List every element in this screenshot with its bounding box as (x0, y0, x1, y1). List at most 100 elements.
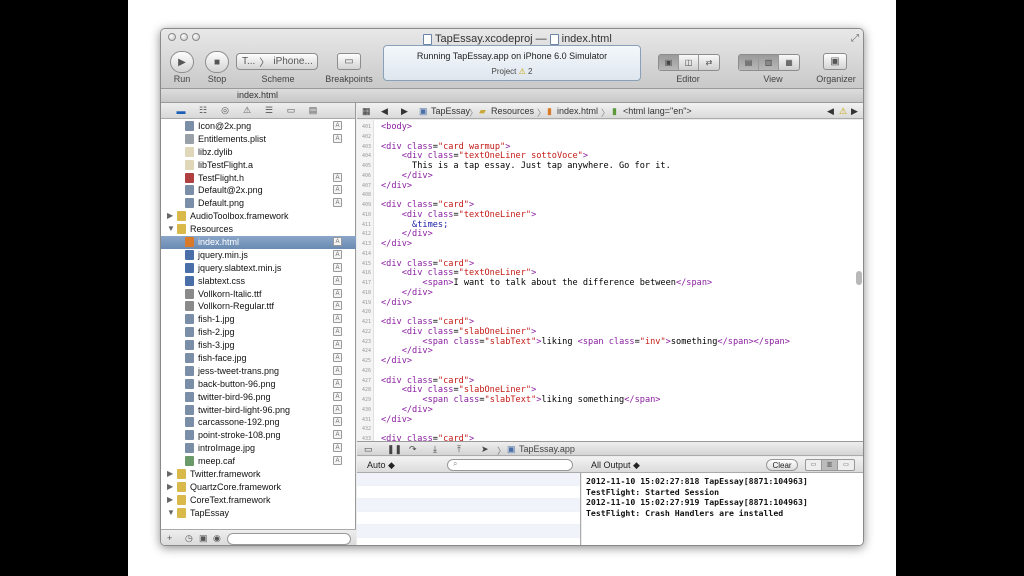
disclosure-expanded-icon[interactable]: ▼ (167, 224, 175, 233)
related-items-icon[interactable]: ▦ (362, 106, 371, 117)
variables-search-field[interactable]: ⌕ (447, 459, 573, 471)
step-over-icon[interactable]: ↷ (409, 444, 417, 455)
back-arrow-icon[interactable]: ◀ (381, 106, 388, 117)
jump-project[interactable]: TapEssay (431, 106, 470, 116)
file-tree-item[interactable]: ▶ Twitter.framework (161, 468, 356, 481)
file-tree-item[interactable]: libz.dylib (161, 146, 356, 159)
breakpoints-button[interactable]: ▭ (337, 53, 361, 70)
version-editor-icon[interactable]: ⇄ (699, 55, 719, 70)
split-view-icon[interactable]: ▥ (822, 460, 838, 470)
console-only-icon[interactable]: ▭ (838, 460, 854, 470)
variables-view[interactable] (357, 473, 581, 545)
view-segmented-control[interactable]: ▤ ▥ ▦ (738, 54, 800, 71)
debug-target[interactable]: TapEssay.app (519, 444, 575, 454)
symbol-navigator-icon[interactable]: ☷ (197, 105, 209, 116)
forward-arrow-icon[interactable]: ▶ (401, 106, 408, 117)
file-tree-item[interactable]: fish-face.jpg A (161, 352, 356, 365)
output-filter-popup[interactable]: All Output ◆ (591, 460, 640, 471)
standard-editor-icon[interactable]: ▣ (659, 55, 679, 70)
file-tree-item[interactable]: fish-1.jpg A (161, 313, 356, 326)
run-button[interactable]: ▶ (170, 51, 194, 73)
file-tree-item[interactable]: twitter-bird-96.png A (161, 391, 356, 404)
file-tree-item[interactable]: Default.png A (161, 197, 356, 210)
jump-file[interactable]: index.html (557, 106, 598, 116)
recent-files-icon[interactable]: ◷ (185, 533, 193, 544)
file-tree-item[interactable]: jquery.slabtext.min.js A (161, 262, 356, 275)
hide-debug-area-icon[interactable]: ▭ (364, 444, 373, 455)
file-tree-item[interactable]: point-stroke-108.png A (161, 429, 356, 442)
file-tree-item[interactable]: Vollkorn-Italic.ttf A (161, 288, 356, 301)
source-editor[interactable]: 401 402 403 404 405 406 407 408 409 410 411 412 413 4… (357, 120, 863, 441)
console-output[interactable]: 2012-11-10 15:02:27:818 TapEssay[8871:10… (582, 473, 863, 545)
file-tree-item[interactable]: carcassone-192.png A (161, 416, 356, 429)
disclosure-collapsed-icon[interactable]: ▶ (167, 469, 173, 478)
disclosure-collapsed-icon[interactable]: ▶ (167, 211, 173, 220)
editor-scrollbar-thumb[interactable] (856, 271, 862, 285)
file-tree-item[interactable]: twitter-bird-light-96.png A (161, 404, 356, 417)
file-tree-item[interactable]: introImage.jpg A (161, 442, 356, 455)
organizer-button[interactable]: ▣ (823, 53, 847, 70)
file-tree-item[interactable]: ▶ CoreText.framework (161, 494, 356, 507)
step-into-icon[interactable]: ⤓ (433, 444, 437, 455)
step-out-icon[interactable]: ⤒ (457, 444, 461, 455)
file-tree-item[interactable]: ▼ TapEssay (161, 507, 356, 518)
navigator-filter-field[interactable] (227, 533, 351, 545)
stop-button[interactable]: ■ (205, 51, 229, 73)
utilities-toggle-icon[interactable]: ▦ (779, 55, 799, 70)
issue-warning-icon[interactable]: ⚠ (839, 106, 847, 117)
scm-status-badge: A (333, 340, 342, 350)
file-tree-item[interactable]: Vollkorn-Regular.ttf A (161, 300, 356, 313)
next-issue-icon[interactable]: ▶ (851, 106, 858, 117)
file-tree-item[interactable]: back-button-96.png A (161, 378, 356, 391)
jump-symbol[interactable]: <html lang="en"> (623, 106, 692, 116)
debug-navigator-icon[interactable]: ☰ (263, 105, 275, 116)
file-tree-item[interactable]: jquery.min.js A (161, 249, 356, 262)
file-tree-item[interactable]: Icon@2x.png A (161, 120, 356, 133)
clear-console-button[interactable]: Clear (766, 459, 798, 471)
debug-area-toggle-icon[interactable]: ▥ (759, 55, 779, 70)
add-icon[interactable]: + (167, 533, 172, 543)
pause-icon[interactable]: ❚❚ (387, 444, 402, 455)
file-tree-item[interactable]: ▶ QuartzCore.framework (161, 481, 356, 494)
fullscreen-icon[interactable]: ⤢ (851, 33, 859, 44)
project-navigator-icon[interactable]: ▬ (175, 106, 187, 116)
disclosure-expanded-icon[interactable]: ▼ (167, 508, 175, 517)
log-navigator-icon[interactable]: ▤ (307, 105, 319, 116)
file-tree-item[interactable]: ▶ AudioToolbox.framework (161, 210, 356, 223)
editor-segmented-control[interactable]: ▣ ◫ ⇄ (658, 54, 720, 71)
jump-group[interactable]: Resources (491, 106, 534, 116)
debug-layout-control[interactable]: ▭ ▥ ▭ (805, 459, 855, 471)
previous-issue-icon[interactable]: ◀ (827, 106, 834, 117)
file-tree-item[interactable]: Default@2x.png A (161, 184, 356, 197)
minimize-window-button[interactable] (180, 33, 188, 41)
disclosure-collapsed-icon[interactable]: ▶ (167, 482, 173, 491)
file-tree-item[interactable]: libTestFlight.a (161, 159, 356, 172)
issue-navigator-icon[interactable]: ⚠ (241, 105, 253, 116)
file-tree-item[interactable]: meep.caf A (161, 455, 356, 468)
file-tree-item[interactable]: jess-tweet-trans.png A (161, 365, 356, 378)
line-number-gutter[interactable]: 401 402 403 404 405 406 407 408 409 410 411 412 413 4… (357, 120, 374, 441)
tab-index-html[interactable]: index.html (237, 90, 278, 100)
search-navigator-icon[interactable]: ◎ (219, 105, 231, 116)
scheme-popup[interactable]: T... 〉 iPhone... (236, 53, 318, 70)
file-tree-item-label: libTestFlight.a (198, 159, 254, 170)
file-tree-item[interactable]: ▼ Resources (161, 223, 356, 236)
disclosure-collapsed-icon[interactable]: ▶ (167, 495, 173, 504)
assistant-editor-icon[interactable]: ◫ (679, 55, 699, 70)
file-tree-item[interactable]: fish-3.jpg A (161, 339, 356, 352)
navigator-toggle-icon[interactable]: ▤ (739, 55, 759, 70)
unsaved-filter-icon[interactable]: ◉ (213, 533, 221, 544)
file-tree-item[interactable]: fish-2.jpg A (161, 326, 356, 339)
file-tree-item[interactable]: TestFlight.h A (161, 172, 356, 185)
location-icon[interactable]: ➤ (481, 444, 489, 455)
window-title: TapEssay.xcodeproj — index.html (423, 32, 623, 46)
file-tree-item[interactable]: slabtext.css A (161, 275, 356, 288)
variables-scope-popup[interactable]: Auto ◆ (367, 460, 395, 471)
file-tree-item[interactable]: Entitlements.plist A (161, 133, 356, 146)
source-control-filter-icon[interactable]: ▣ (199, 533, 208, 544)
file-tree-item[interactable]: index.html A (161, 236, 356, 249)
zoom-window-button[interactable] (192, 33, 200, 41)
close-window-button[interactable] (168, 33, 176, 41)
breakpoint-navigator-icon[interactable]: ▭ (285, 105, 297, 116)
variables-only-icon[interactable]: ▭ (806, 460, 822, 470)
